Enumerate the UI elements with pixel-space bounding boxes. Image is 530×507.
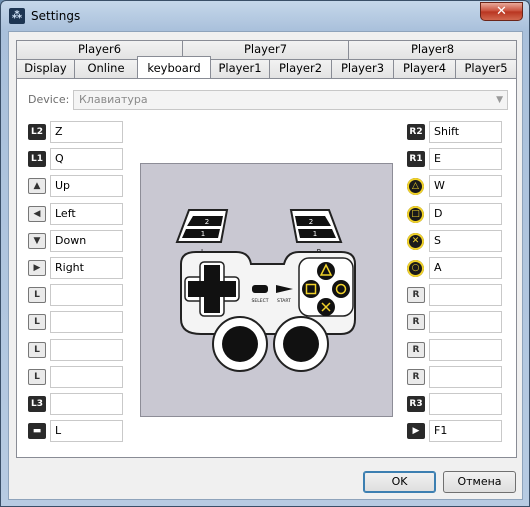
l2-icon: L2: [28, 124, 46, 140]
binding-field[interactable]: Q: [50, 148, 123, 171]
binding-field[interactable]: F1: [429, 420, 502, 443]
binding-field[interactable]: Shift: [429, 121, 502, 143]
right-stick-right-icon: R: [407, 368, 425, 385]
left-shoulder-icon: 2 1 L: [175, 209, 229, 256]
title-bar[interactable]: ⁂ Settings ✕: [1, 1, 529, 31]
settings-window: ⁂ Settings ✕ Player6 Player7 Player8 Dis…: [0, 0, 530, 507]
binding-field[interactable]: [50, 365, 123, 388]
binding-field[interactable]: Left: [50, 202, 123, 225]
tab-player1[interactable]: Player1: [210, 59, 270, 78]
chevron-down-icon: ▼: [496, 95, 503, 105]
binding-field[interactable]: [50, 338, 123, 361]
l1-icon: L1: [28, 151, 46, 168]
r3-icon: R3: [407, 396, 425, 412]
tab-row-2: Display Online keyboard Player1 Player2 …: [16, 56, 517, 78]
binding-field[interactable]: [429, 365, 502, 388]
ok-button[interactable]: OK: [363, 471, 436, 493]
dialog-body: Player6 Player7 Player8 Display Online k…: [8, 31, 523, 500]
tab-row-1: Player6 Player7 Player8: [16, 40, 517, 59]
binding-field[interactable]: Right: [50, 257, 123, 279]
tab-player4[interactable]: Player4: [393, 59, 456, 78]
right-stick-up-icon: R: [407, 287, 425, 304]
right-shoulder-bottom-label: 1: [313, 230, 317, 238]
left-shoulder-bottom-label: 1: [201, 230, 205, 238]
binding-field[interactable]: [429, 311, 502, 334]
binding-field[interactable]: [50, 311, 123, 334]
left-shoulder-top-label: 2: [205, 218, 209, 226]
triangle-icon: △: [407, 178, 424, 196]
dpad-right-icon: ▶: [28, 260, 46, 276]
square-icon: □: [407, 205, 424, 223]
tab-keyboard[interactable]: keyboard: [137, 56, 211, 78]
tab-online[interactable]: Online: [74, 59, 138, 78]
select-button-icon: [252, 285, 268, 293]
binding-field[interactable]: W: [429, 175, 502, 198]
right-stick-down-icon: R: [407, 341, 425, 358]
l3-icon: L3: [28, 396, 46, 412]
select-label: SELECT: [252, 298, 269, 304]
gamepad-image: 2 1 L 2 1 R: [140, 163, 393, 417]
binding-field[interactable]: [429, 284, 502, 307]
right-shoulder-top-label: 2: [309, 218, 313, 226]
cross-icon: ✕: [407, 232, 424, 250]
window-title: Settings: [31, 9, 81, 23]
circle-icon: ○: [407, 260, 424, 277]
binding-field[interactable]: D: [429, 202, 502, 225]
left-stick-down-icon: L: [28, 341, 46, 358]
device-value: Клавиатура: [79, 93, 148, 106]
tab-player5[interactable]: Player5: [455, 59, 517, 78]
binding-field[interactable]: [429, 338, 502, 361]
binding-field[interactable]: Down: [50, 229, 123, 252]
binding-field[interactable]: [429, 393, 502, 415]
start-icon: ▶: [407, 423, 425, 440]
select-icon: ▬: [28, 423, 46, 440]
device-select[interactable]: Клавиатура ▼: [73, 90, 508, 110]
keyboard-tab-panel: Device: Клавиатура ▼ L2 Z L1 Q ▲ Up ◀ Left ▼ Down…: [16, 78, 517, 458]
binding-field[interactable]: L: [50, 420, 123, 443]
left-stick-up-icon: L: [28, 287, 46, 304]
close-button[interactable]: ✕: [480, 2, 523, 21]
right-shoulder-icon: 2 1 R: [289, 209, 343, 256]
left-stick-right-icon: L: [28, 368, 46, 385]
binding-field[interactable]: Up: [50, 175, 123, 198]
left-stick-left-icon: L: [28, 314, 46, 331]
binding-field[interactable]: [50, 393, 123, 415]
dpad-left-icon: ◀: [28, 205, 46, 222]
dpad-down-icon: ▼: [28, 232, 46, 249]
binding-field[interactable]: Z: [50, 121, 123, 143]
binding-field[interactable]: [50, 284, 123, 307]
start-label: START: [277, 298, 291, 304]
app-icon: ⁂: [9, 8, 25, 24]
tab-player2[interactable]: Player2: [269, 59, 332, 78]
binding-field[interactable]: A: [429, 257, 502, 279]
tab-display[interactable]: Display: [16, 59, 75, 78]
binding-field[interactable]: S: [429, 229, 502, 252]
gamepad-svg: 2 1 L 2 1 R: [175, 209, 356, 372]
device-label: Device:: [28, 93, 70, 106]
tab-player3[interactable]: Player3: [331, 59, 394, 78]
r2-icon: R2: [407, 124, 425, 140]
face-buttons-icon: [298, 257, 354, 317]
right-stick-left-icon: R: [407, 314, 425, 331]
dpad-up-icon: ▲: [28, 178, 46, 195]
r1-icon: R1: [407, 151, 425, 168]
tab-player8[interactable]: Player8: [348, 40, 517, 59]
binding-field[interactable]: E: [429, 148, 502, 171]
cancel-button[interactable]: Отмена: [443, 471, 516, 493]
